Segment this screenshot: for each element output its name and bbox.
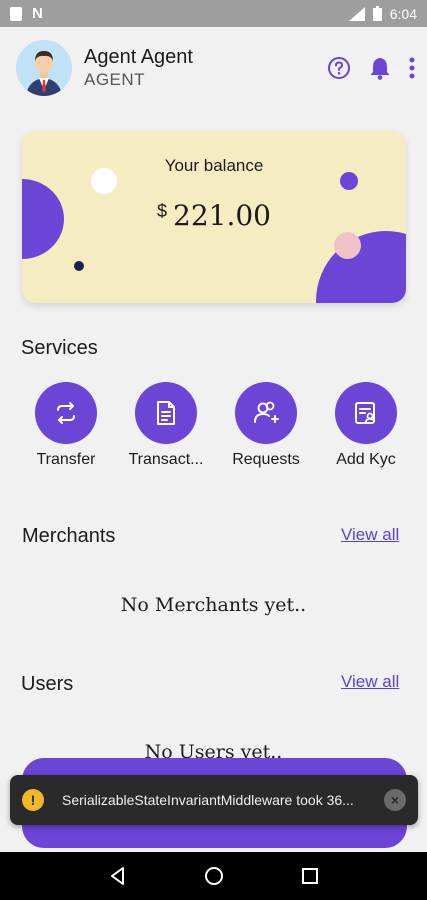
user-name: Agent Agent <box>84 46 193 68</box>
user-role: AGENT <box>84 70 146 89</box>
kyc-icon <box>355 402 375 424</box>
home-icon[interactable] <box>204 866 224 886</box>
service-label: Add Kyc <box>336 451 396 468</box>
notifications-button[interactable] <box>369 56 391 80</box>
header-actions <box>327 56 415 80</box>
back-icon[interactable] <box>108 866 128 886</box>
battery-icon <box>372 6 382 21</box>
balance-value: 221.00 <box>173 199 271 232</box>
decor-dot-navy <box>74 261 84 271</box>
close-icon[interactable]: × <box>384 789 406 811</box>
service-transactions[interactable]: Transact... <box>120 382 212 469</box>
header: Agent Agent AGENT <box>16 40 415 96</box>
users-title: Users <box>21 673 74 695</box>
balance-amount: $221.00 <box>22 199 406 232</box>
service-transfer[interactable]: Transfer <box>20 382 112 469</box>
service-label: Requests <box>232 451 300 468</box>
system-navigation-bar <box>0 852 427 900</box>
help-button[interactable] <box>327 56 351 80</box>
merchants-empty-message: No Merchants yet.. <box>120 594 307 616</box>
add-user-icon <box>254 401 279 423</box>
service-add-kyc[interactable]: Add Kyc <box>320 382 412 469</box>
help-icon <box>328 57 350 79</box>
user-info: Agent Agent AGENT <box>84 46 193 90</box>
service-transfer-button[interactable] <box>35 382 97 444</box>
more-vert-icon <box>409 57 415 79</box>
n-icon: N <box>32 5 43 22</box>
recents-icon[interactable] <box>301 867 319 885</box>
more-options-button[interactable] <box>409 57 415 79</box>
service-requests[interactable]: Requests <box>220 382 312 469</box>
service-add-kyc-button[interactable] <box>335 382 397 444</box>
currency-symbol: $ <box>157 201 168 221</box>
merchants-title: Merchants <box>22 525 116 547</box>
balance-label: Your balance <box>164 156 264 175</box>
bell-icon <box>370 58 390 80</box>
avatar-illustration <box>16 40 72 96</box>
service-label: Transfer <box>36 451 96 468</box>
service-requests-button[interactable] <box>235 382 297 444</box>
decor-dot-pink <box>334 232 361 259</box>
toast-notification[interactable]: ! SerializableStateInvariantMiddleware t… <box>10 775 418 825</box>
services-title: Services <box>21 337 98 359</box>
service-transactions-button[interactable] <box>135 382 197 444</box>
balance-card[interactable]: Your balance $221.00 <box>22 131 406 303</box>
merchants-view-all-link[interactable]: View all <box>341 525 399 545</box>
warning-icon: ! <box>22 789 44 811</box>
toast-message: SerializableStateInvariantMiddleware too… <box>62 792 354 808</box>
decor-circle-right <box>316 231 406 303</box>
sd-card-icon <box>10 6 22 21</box>
document-icon <box>157 401 175 425</box>
signal-icon <box>348 6 365 21</box>
service-label: Transact... <box>128 451 204 468</box>
services-row: Transfer Transact... Requests Add Kyc <box>20 382 412 469</box>
users-view-all-link[interactable]: View all <box>341 672 399 692</box>
status-bar: N 6:04 <box>0 0 427 27</box>
clock: 6:04 <box>389 5 417 22</box>
transfer-icon <box>57 402 75 424</box>
avatar[interactable] <box>16 40 72 96</box>
